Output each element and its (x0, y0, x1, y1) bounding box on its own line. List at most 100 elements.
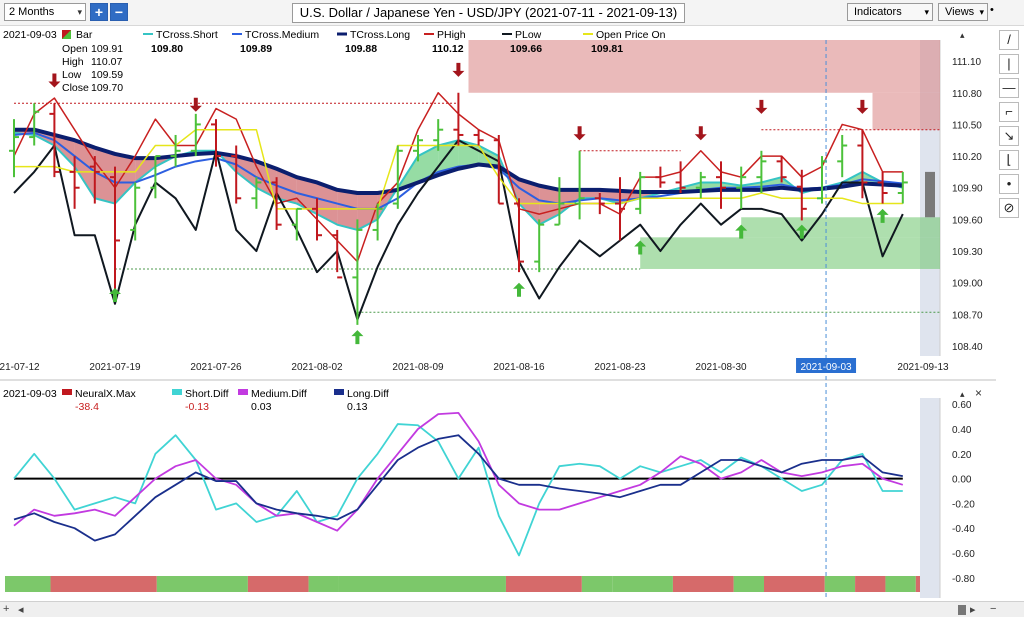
neuralx-segment (855, 576, 886, 592)
ohlc-label: Open (62, 43, 88, 55)
instrument-title[interactable]: U.S. Dollar / Japanese Yen - USD/JPY (20… (292, 3, 685, 23)
green-zone (741, 217, 940, 238)
date-axis-label: 2021-08-16 (493, 362, 545, 373)
price-axis-label: 109.30 (952, 247, 983, 258)
zoom-out-button[interactable]: − (110, 3, 128, 21)
future-shade (920, 398, 940, 598)
ohlc-label: High (62, 56, 84, 68)
osc-legend-date: 2021-09-03 (3, 388, 57, 400)
scroll-thumb[interactable] (958, 605, 966, 615)
dot-tool-icon[interactable]: • (999, 174, 1019, 194)
osc-axis-label: -0.60 (952, 549, 975, 560)
price-axis-label: 108.40 (952, 342, 983, 353)
price-axis-label: 109.60 (952, 215, 983, 226)
ohlc-value: 109.70 (91, 82, 123, 94)
bottom-scrollbar[interactable]: + ◂ ▸ − (0, 601, 1024, 617)
neuralx-segment (672, 576, 734, 592)
remove-panel-button[interactable]: − (990, 603, 996, 615)
legend-name: TCross.Long (350, 29, 410, 41)
legend-date: 2021-09-03 (3, 29, 57, 41)
scroll-left-button[interactable]: ◂ (18, 603, 24, 616)
osc-legend-name: Short.Diff (185, 388, 229, 400)
date-axis-label: 2021-08-30 (695, 362, 747, 373)
osc-legend-value: -0.13 (185, 401, 209, 413)
legend-value: 109.89 (240, 43, 272, 55)
neuralx-segment (308, 576, 339, 592)
osc-legend-name: Long.Diff (347, 388, 389, 400)
drawing-tools: / | — ⌐ ↘ ⌊ • ⊘ (996, 26, 1024, 326)
vertical-line-icon[interactable]: | (999, 54, 1019, 74)
arrow-tool-icon[interactable]: ↘ (999, 126, 1019, 146)
neuralx-segment (824, 576, 856, 592)
period-select[interactable]: 2 Months ▾ (4, 3, 86, 21)
neuralx-segment (50, 576, 157, 592)
collapse-panel-icon[interactable]: ▴ (960, 30, 965, 40)
legend-name: PLow (515, 29, 542, 41)
osc-series-short-diff (13, 423, 903, 557)
osc-legend-value: -38.4 (75, 401, 99, 413)
legend-value: 109.66 (510, 43, 542, 55)
neuralx-segment (338, 576, 506, 592)
collapse-panel-icon[interactable]: ▴ (960, 389, 965, 399)
osc-series-long-diff (13, 434, 903, 542)
indicators-button-label: Indicators (854, 6, 902, 18)
neuralx-segment (915, 576, 920, 592)
views-button[interactable]: Views ▾ (938, 3, 988, 21)
legend-name: Open Price On (596, 29, 666, 41)
zoom-in-button[interactable]: + (90, 3, 108, 21)
price-axis-label: 110.50 (952, 120, 982, 131)
osc-axis-label: 0.00 (952, 475, 972, 486)
neuralx-segment (764, 576, 825, 592)
neuralx-segment (5, 576, 51, 592)
current-bar-marker (925, 171, 935, 218)
line-tool-icon[interactable]: / (999, 30, 1019, 50)
neuralx-segment (612, 576, 673, 592)
date-axis-label: 2021-08-23 (594, 362, 646, 373)
price-axis-label: 110.20 (952, 152, 982, 163)
legend-name: TCross.Medium (245, 29, 319, 41)
close-panel-icon[interactable]: × (975, 386, 982, 400)
period-select-label: 2 Months (9, 6, 55, 18)
add-panel-button[interactable]: + (3, 603, 9, 615)
chart-area[interactable]: 111.10 110.80 110.50 110.20 109.90 109.60 109.… (0, 26, 996, 601)
neuralx-segment (247, 576, 309, 592)
toolbar: 2 Months ▾ + − U.S. Dollar / Japanese Ye… (0, 0, 1024, 26)
views-button-label: Views (945, 6, 975, 18)
legend-value: 110.12 (432, 43, 464, 55)
date-axis-label: 2021-07-26 (190, 362, 242, 373)
legend-value: 109.88 (345, 43, 377, 55)
osc-legend-swatch (334, 389, 344, 395)
legend-value: 109.80 (151, 43, 183, 55)
ohlc-value: 109.59 (91, 69, 123, 81)
ohlc-value: 109.91 (91, 43, 123, 55)
neuralx-segment (505, 576, 582, 592)
pin-dot-icon: • (990, 4, 994, 16)
date-axis-label: 2021-07-12 (0, 362, 40, 373)
osc-legend-value: 0.03 (251, 401, 272, 413)
ohlc-value: 110.07 (91, 56, 122, 68)
horizontal-line-icon[interactable]: — (999, 78, 1019, 98)
osc-axis-label: 0.20 (952, 450, 972, 461)
osc-legend-swatch (62, 389, 72, 395)
bar-legend-label: Bar (76, 29, 93, 41)
price-axis-label: 109.90 (952, 184, 983, 195)
date-axis-label: 2021-08-02 (291, 362, 343, 373)
osc-legend-value: 0.13 (347, 401, 368, 413)
chevron-down-icon: ▾ (924, 7, 929, 17)
zigzag-tool-icon[interactable]: ⌐ (999, 102, 1019, 122)
osc-legend-swatch (172, 389, 182, 395)
scroll-right-button[interactable]: ▸ (970, 603, 976, 616)
ohlc-label: Low (62, 69, 82, 81)
legend-value: 109.81 (591, 43, 623, 55)
osc-legend-swatch (238, 389, 248, 395)
legend-name: PHigh (437, 29, 466, 41)
indicators-button[interactable]: Indicators ▾ (847, 3, 933, 21)
red-zone (872, 92, 940, 130)
chevron-down-icon: ▾ (979, 7, 984, 17)
price-axis-label: 108.70 (952, 310, 983, 321)
stop-icon[interactable]: ⊘ (999, 198, 1019, 218)
neuralx-segment (156, 576, 248, 592)
step-tool-icon[interactable]: ⌊ (999, 150, 1019, 170)
date-axis-label: 2021-09-13 (897, 362, 949, 373)
date-axis-label: 2021-07-19 (89, 362, 141, 373)
